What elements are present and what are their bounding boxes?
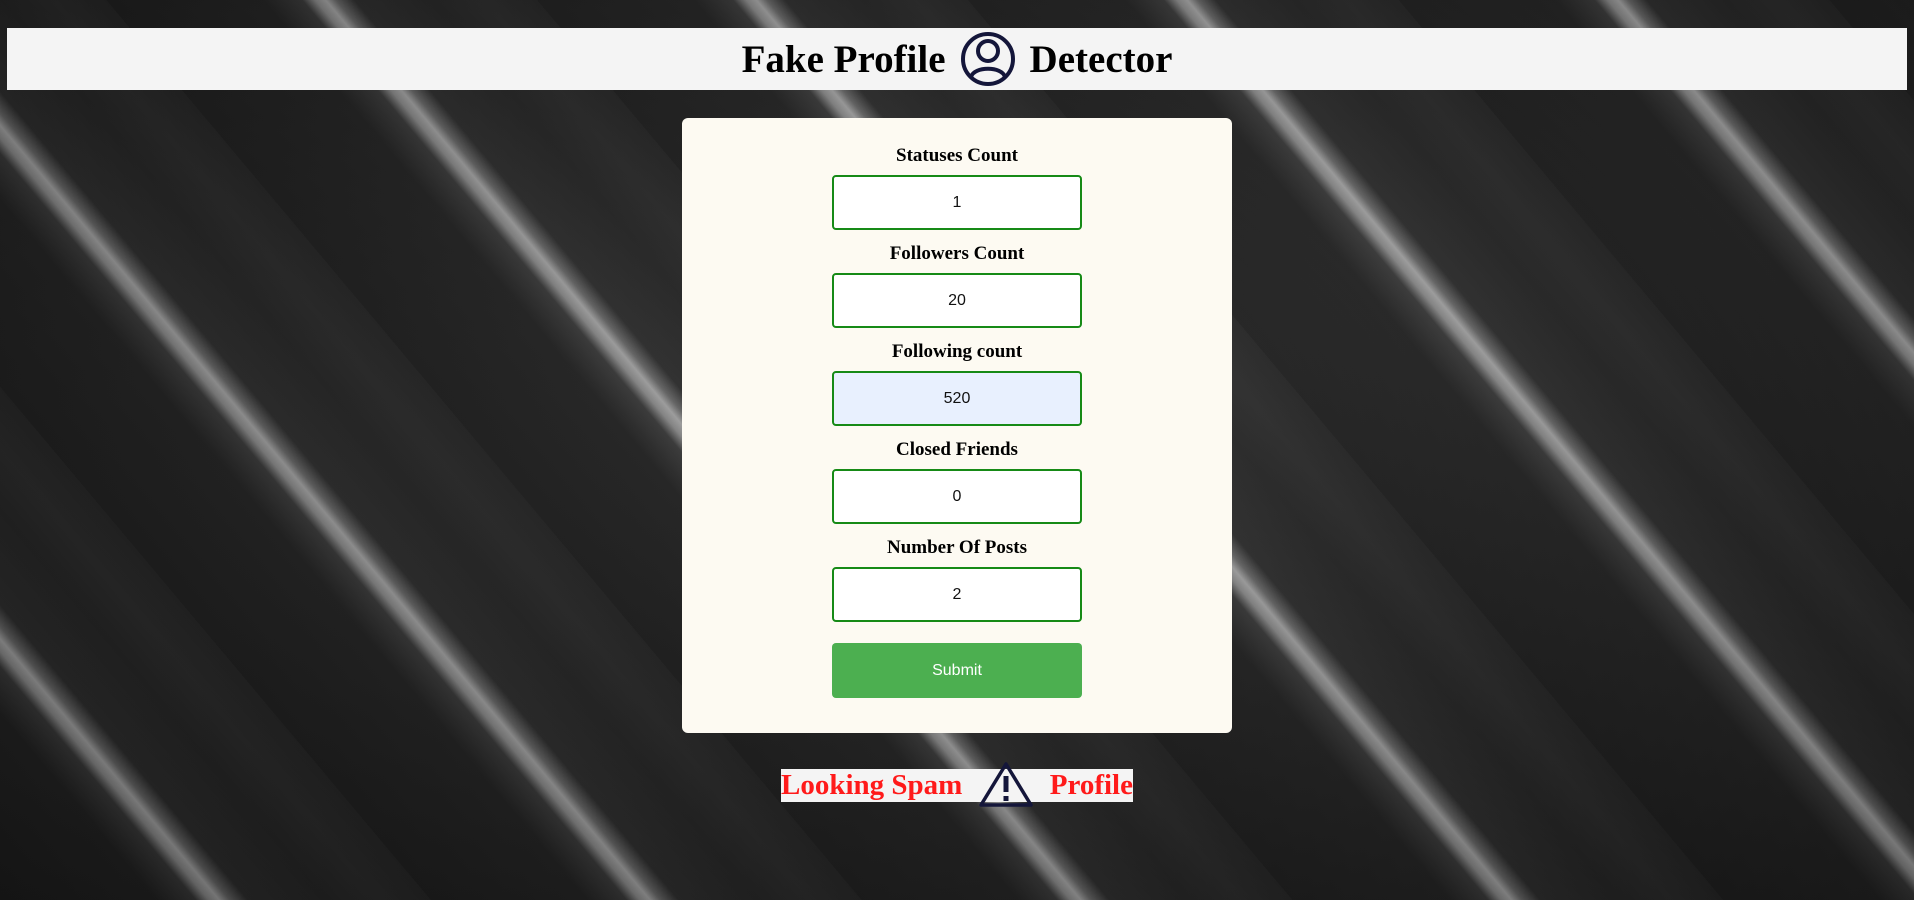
- closed-friends-label: Closed Friends: [896, 439, 1018, 460]
- statuses-count-input[interactable]: [832, 175, 1082, 230]
- result-text-left: Looking Spam: [781, 769, 963, 801]
- number-of-posts-field: Number Of Posts: [832, 535, 1082, 622]
- following-count-field: Following count: [832, 339, 1082, 426]
- followers-count-field: Followers Count: [832, 241, 1082, 328]
- page-title: Fake Profile Detector: [741, 31, 1173, 87]
- user-circle-icon: [960, 31, 1016, 87]
- closed-friends-input[interactable]: [832, 469, 1082, 524]
- result-text-right: Profile: [1049, 769, 1133, 801]
- followers-count-input[interactable]: [832, 273, 1082, 328]
- result-banner: Looking Spam Profile: [781, 761, 1133, 807]
- followers-count-label: Followers Count: [889, 243, 1025, 264]
- title-left: Fake Profile: [741, 37, 946, 81]
- following-count-input[interactable]: [832, 371, 1082, 426]
- number-of-posts-input[interactable]: [832, 567, 1082, 622]
- profile-form-card: Statuses Count Followers Count Following…: [682, 118, 1232, 733]
- submit-button[interactable]: Submit: [832, 643, 1082, 698]
- statuses-count-label: Statuses Count: [896, 145, 1018, 166]
- statuses-count-field: Statuses Count: [832, 143, 1082, 230]
- closed-friends-field: Closed Friends: [832, 437, 1082, 524]
- title-right: Detector: [1029, 37, 1173, 81]
- number-of-posts-label: Number Of Posts: [886, 537, 1028, 558]
- page-header: Fake Profile Detector: [7, 28, 1907, 90]
- following-count-label: Following count: [891, 341, 1023, 362]
- warning-triangle-icon: [978, 761, 1034, 807]
